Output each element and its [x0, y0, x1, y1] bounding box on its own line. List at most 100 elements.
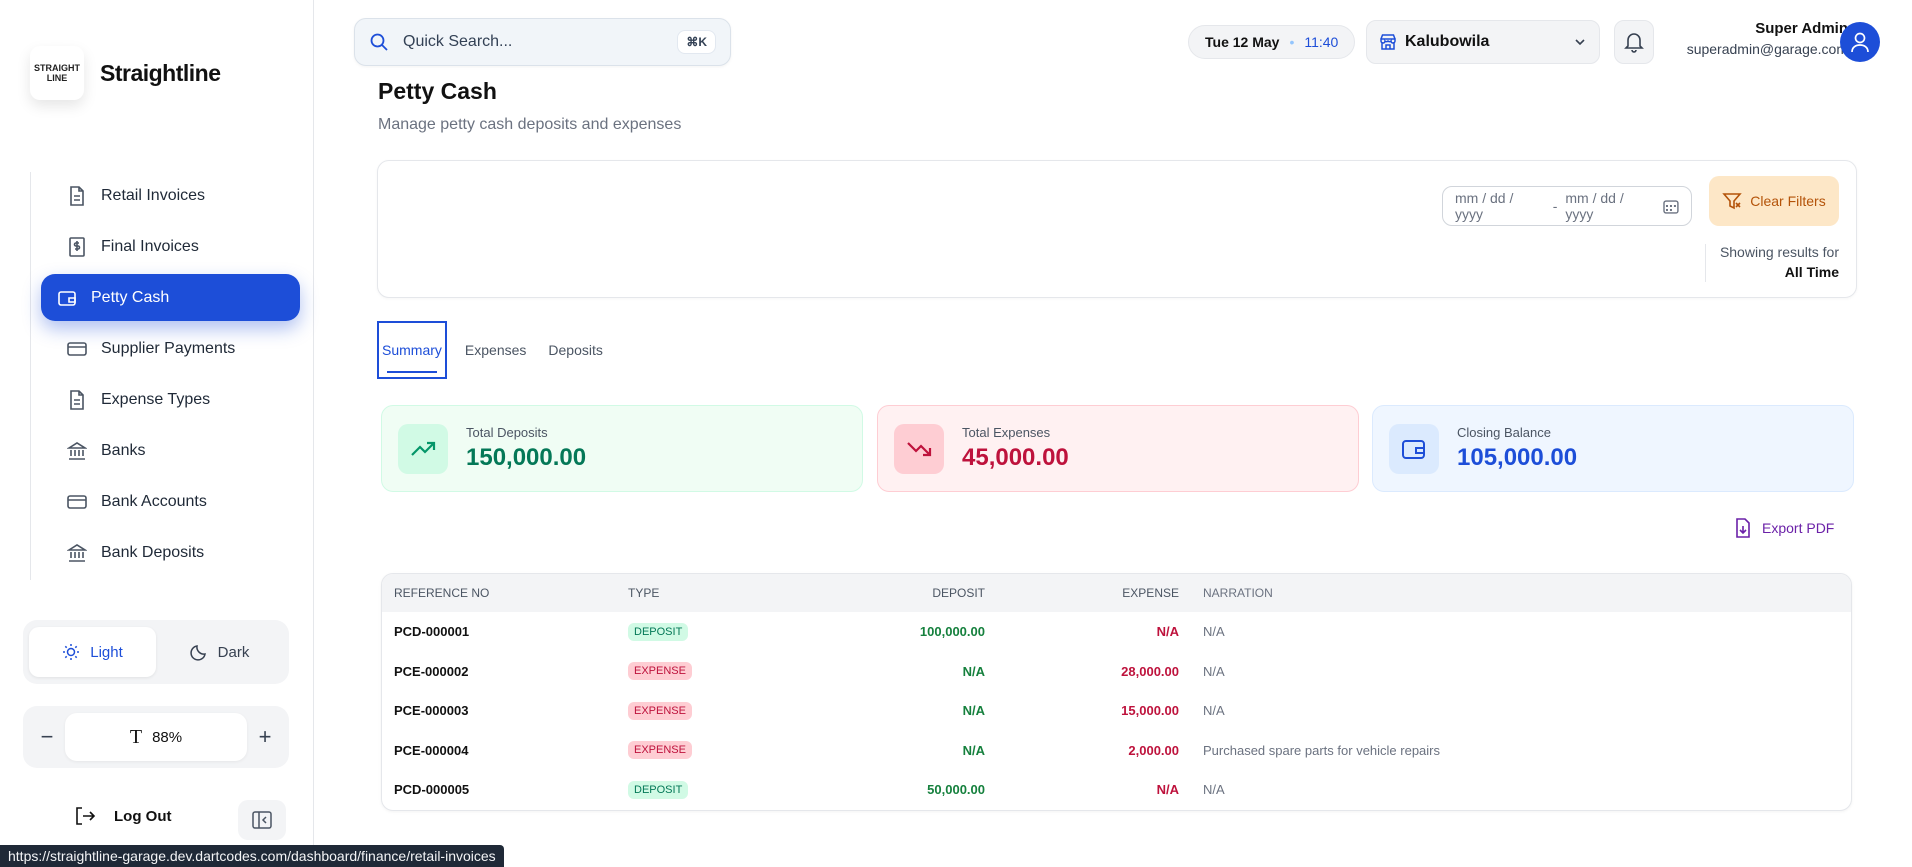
sidebar-item-final-invoices[interactable]: Final Invoices: [41, 223, 300, 270]
sidebar-item-label: Supplier Payments: [101, 339, 236, 357]
col-type: TYPE: [628, 586, 660, 600]
document-icon: [67, 389, 87, 410]
cell-narration: N/A: [1203, 663, 1225, 679]
zoom-out-button[interactable]: −: [35, 724, 59, 750]
logo-line-1: STRAIGHT: [34, 63, 80, 73]
tab-summary[interactable]: Summary: [377, 321, 447, 379]
theme-switcher: Light Dark: [23, 620, 289, 684]
font-zoom-control: − T 88% +: [23, 706, 289, 768]
search-icon: [370, 33, 388, 51]
search-shortcut: ⌘K: [677, 30, 716, 54]
tabs: Summary Expenses Deposits: [377, 321, 621, 379]
stat-label: Total Expenses: [962, 425, 1051, 440]
date-separator: -: [1552, 198, 1558, 214]
clear-filters-button[interactable]: Clear Filters: [1709, 176, 1839, 226]
sidebar-item-supplier-payments[interactable]: Supplier Payments: [41, 325, 300, 372]
cell-deposit: 50,000.00: [927, 782, 985, 798]
moon-icon: [190, 645, 206, 661]
date-time-chip: Tue 12 May • 11:40: [1188, 25, 1356, 59]
sidebar-collapse-icon: [252, 811, 272, 829]
date-range-input[interactable]: mm / dd / yyyy - mm / dd / yyyy: [1442, 186, 1692, 226]
results-scope: Showing results for All Time: [1704, 244, 1839, 282]
table-row[interactable]: PCE-000002 EXPENSE N/A 28,000.00 N/A: [382, 652, 1851, 692]
stat-value: 150,000.00: [466, 444, 587, 471]
cell-expense: 28,000.00: [1121, 663, 1179, 679]
bank-icon: [67, 441, 87, 461]
separator-dot: •: [1289, 34, 1295, 50]
cell-expense: 15,000.00: [1121, 703, 1179, 719]
cell-reference: PCE-000002: [394, 663, 469, 679]
export-pdf-label: Export PDF: [1762, 520, 1835, 536]
table-row[interactable]: PCE-000004 EXPENSE N/A 2,000.00 Purchase…: [382, 731, 1851, 771]
date-from[interactable]: mm / dd / yyyy: [1455, 190, 1545, 222]
logout-icon: [76, 807, 96, 825]
wallet-icon: [57, 288, 77, 308]
sidebar-item-bank-accounts[interactable]: Bank Accounts: [41, 478, 300, 525]
table-header: REFERENCE NO TYPE DEPOSIT EXPENSE NARRAT…: [382, 574, 1851, 612]
avatar[interactable]: [1840, 22, 1880, 62]
date-to[interactable]: mm / dd / yyyy: [1565, 190, 1655, 222]
stat-label: Total Deposits: [466, 425, 548, 440]
notifications-button[interactable]: [1614, 20, 1654, 64]
quick-search[interactable]: Quick Search... ⌘K: [354, 18, 731, 66]
sidebar-item-petty-cash[interactable]: Petty Cash: [41, 274, 300, 321]
current-date: Tue 12 May: [1205, 34, 1280, 50]
user-info: Super Admin superadmin@garage.com: [1687, 20, 1848, 57]
user-icon: [1851, 32, 1869, 53]
logout-button[interactable]: Log Out: [74, 806, 171, 826]
calendar-icon[interactable]: [1663, 198, 1679, 214]
status-url: https://straightline-garage.dev.dartcode…: [0, 845, 504, 867]
filter-off-icon: [1722, 193, 1743, 210]
cell-narration: N/A: [1203, 782, 1225, 798]
current-time: 11:40: [1304, 34, 1339, 50]
text-size-icon: T: [129, 725, 143, 748]
sidebar-item-expense-types[interactable]: Expense Types: [41, 376, 300, 423]
table-row[interactable]: PCE-000003 EXPENSE N/A 15,000.00 N/A: [382, 691, 1851, 731]
theme-light-button[interactable]: Light: [29, 627, 156, 677]
petty-cash-table: REFERENCE NO TYPE DEPOSIT EXPENSE NARRAT…: [381, 573, 1852, 811]
showing-label: Showing results for: [1719, 244, 1839, 260]
cell-reference: PCE-000003: [394, 703, 469, 719]
brand[interactable]: STRAIGHT LINE Straightline: [30, 46, 221, 100]
sidebar-item-retail-invoices[interactable]: Retail Invoices: [41, 172, 300, 219]
zoom-level: T 88%: [65, 713, 247, 761]
showing-value: All Time: [1784, 264, 1839, 280]
col-deposit: DEPOSIT: [932, 586, 985, 600]
cell-narration: Purchased spare parts for vehicle repair…: [1203, 742, 1441, 758]
cell-narration: N/A: [1203, 624, 1225, 640]
sidebar-item-label: Final Invoices: [101, 237, 199, 255]
search-input[interactable]: Quick Search...: [403, 33, 663, 51]
cell-reference: PCE-000004: [394, 742, 469, 758]
sidebar-item-bank-deposits[interactable]: Bank Deposits: [41, 529, 300, 576]
logo-line-2: LINE: [46, 73, 68, 83]
theme-dark-button[interactable]: Dark: [156, 627, 283, 677]
page-title: Petty Cash: [378, 78, 497, 104]
export-pdf-button[interactable]: Export PDF: [1734, 518, 1834, 538]
table-row[interactable]: PCD-000001 DEPOSIT 100,000.00 N/A N/A: [382, 612, 1851, 652]
sidebar-item-label: Expense Types: [101, 390, 211, 408]
table-row[interactable]: PCD-000005 DEPOSIT 50,000.00 N/A N/A: [382, 770, 1851, 810]
chevron-down-icon: [1575, 39, 1585, 46]
tab-deposits[interactable]: Deposits: [544, 321, 606, 379]
col-narration: NARRATION: [1203, 586, 1273, 600]
sidebar-item-label: Banks: [101, 441, 146, 459]
tab-expenses[interactable]: Expenses: [461, 321, 530, 379]
total-expenses-card: Total Expenses 45,000.00: [877, 405, 1359, 492]
user-email: superadmin@garage.com: [1686, 41, 1848, 57]
sidebar-item-label: Bank Deposits: [101, 543, 205, 561]
cell-deposit: N/A: [962, 703, 985, 719]
sidebar: STRAIGHT LINE Straightline Retail Invoic…: [0, 0, 314, 867]
closing-balance-card: Closing Balance 105,000.00: [1372, 405, 1854, 492]
sidebar-nav: Retail Invoices Final Invoices Petty Cas…: [30, 172, 300, 580]
cell-reference: PCD-000001: [394, 624, 470, 640]
type-badge: EXPENSE: [628, 701, 692, 720]
zoom-in-button[interactable]: +: [253, 724, 277, 750]
sidebar-item-banks[interactable]: Banks: [41, 427, 300, 474]
bank-icon: [67, 543, 87, 563]
cell-deposit: N/A: [962, 742, 985, 758]
sidebar-item-label: Petty Cash: [91, 288, 170, 306]
logout-label: Log Out: [114, 807, 172, 825]
collapse-sidebar-button[interactable]: [238, 800, 286, 840]
branch-selector[interactable]: Kalubowila: [1366, 20, 1600, 64]
stat-label: Closing Balance: [1457, 425, 1551, 440]
